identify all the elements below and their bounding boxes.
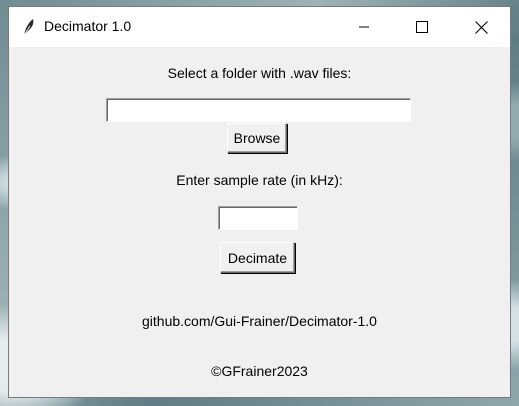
github-link[interactable]: github.com/Gui-Frainer/Decimator-1.0 xyxy=(9,313,510,329)
main-content: Select a folder with .wav files: Browse … xyxy=(9,47,510,397)
sample-rate-label: Enter sample rate (in kHz): xyxy=(176,172,343,188)
copyright-text: ©GFrainer2023 xyxy=(211,363,308,379)
sample-rate-input[interactable] xyxy=(218,206,298,230)
close-icon xyxy=(474,20,488,34)
window-title: Decimator 1.0 xyxy=(44,18,132,34)
decimate-button[interactable]: Decimate xyxy=(220,242,295,273)
close-button[interactable] xyxy=(452,7,510,47)
minimize-button[interactable] xyxy=(335,7,393,47)
title-bar[interactable]: Decimator 1.0 xyxy=(9,7,510,47)
maximize-button[interactable] xyxy=(393,7,451,47)
folder-label: Select a folder with .wav files: xyxy=(167,65,352,81)
browse-button[interactable]: Browse xyxy=(227,123,287,153)
app-window: Decimator 1.0 Select a folder with .wav … xyxy=(8,6,511,398)
folder-path-input[interactable] xyxy=(106,98,411,122)
maximize-icon xyxy=(416,21,428,33)
feather-icon xyxy=(21,18,37,36)
minimize-icon xyxy=(358,21,370,33)
